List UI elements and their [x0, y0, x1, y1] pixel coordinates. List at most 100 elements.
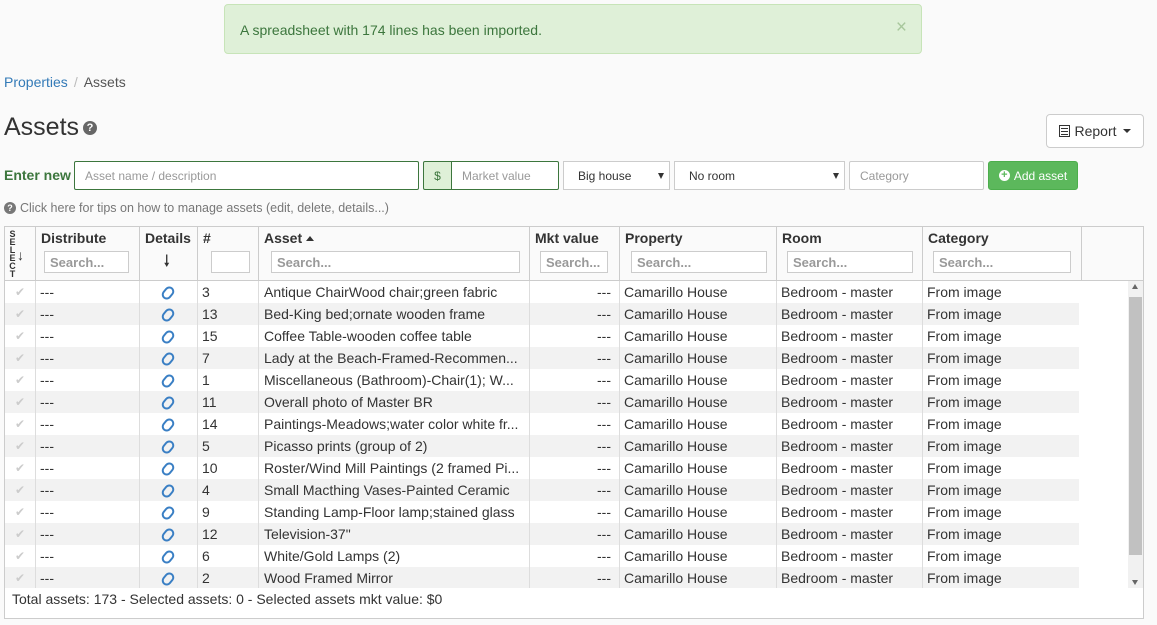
table-row[interactable]: ✔ --- 2 Wood Framed Mirror --- Camarillo Hous… [5, 567, 1079, 588]
property-search-input[interactable]: Search... [631, 251, 767, 273]
row-select-checkbox[interactable]: ✔ [5, 567, 35, 588]
category-search-input[interactable]: Search... [933, 251, 1071, 273]
category-input[interactable]: Category [849, 161, 984, 190]
scroll-up-arrow-icon[interactable] [1132, 284, 1138, 289]
number-cell: 9 [202, 504, 210, 520]
grid-scrollbar[interactable] [1128, 281, 1143, 588]
number-search-input[interactable] [211, 251, 250, 273]
scroll-down-arrow-icon[interactable] [1132, 580, 1138, 585]
asset-name-cell[interactable]: Small Macthing Vases-Painted Ceramic [264, 479, 526, 501]
tips-link[interactable]: ? Click here for tips on how to manage a… [4, 201, 389, 215]
asset-name-cell[interactable]: White/Gold Lamps (2) [264, 545, 526, 567]
asset-name-cell[interactable]: Television-37" [264, 523, 526, 545]
table-row[interactable]: ✔ --- 12 Television-37" --- Camarillo House Be… [5, 523, 1079, 545]
row-select-checkbox[interactable]: ✔ [5, 413, 35, 435]
report-button[interactable]: Report [1046, 114, 1144, 148]
asset-name-cell[interactable]: Antique ChairWood chair;green fabric [264, 281, 526, 303]
distribute-column-header[interactable]: Distribute Search... [36, 227, 140, 280]
number-cell: 12 [202, 526, 218, 542]
room-cell: Bedroom - master [781, 350, 894, 366]
category-column-header[interactable]: Category Search... [923, 227, 1082, 280]
category-cell: From image [927, 350, 1002, 366]
mkt-value-column-header[interactable]: Mkt value Search... [530, 227, 620, 280]
asset-name-cell[interactable]: Roster/Wind Mill Paintings (2 framed Pi.… [264, 457, 526, 479]
row-select-checkbox[interactable]: ✔ [5, 545, 35, 567]
asset-name-cell[interactable]: Coffee Table-wooden coffee table [264, 325, 526, 347]
paperclip-icon[interactable] [139, 369, 197, 391]
asset-name-cell[interactable]: Standing Lamp-Floor lamp;stained glass [264, 501, 526, 523]
distribute-cell: --- [40, 328, 54, 344]
row-select-checkbox[interactable]: ✔ [5, 523, 35, 545]
number-cell: 14 [202, 416, 218, 432]
asset-name-cell[interactable]: Picasso prints (group of 2) [264, 435, 526, 457]
row-select-checkbox[interactable]: ✔ [5, 435, 35, 457]
grid-header: SELECT ↓ Distribute Search... Details 🠓 … [5, 227, 1143, 281]
table-row[interactable]: ✔ --- 10 Roster/Wind Mill Paintings (2 fram… [5, 457, 1079, 479]
help-icon[interactable]: ? [83, 121, 97, 135]
number-column-header[interactable]: # [198, 227, 259, 280]
row-select-checkbox[interactable]: ✔ [5, 281, 35, 303]
room-select[interactable]: No room [674, 161, 845, 190]
table-row[interactable]: ✔ --- 13 Bed-King bed;ornate wooden frame --… [5, 303, 1079, 325]
paperclip-icon[interactable] [139, 325, 197, 347]
paperclip-icon[interactable] [139, 523, 197, 545]
distribute-search-input[interactable]: Search... [44, 251, 129, 273]
table-row[interactable]: ✔ --- 5 Picasso prints (group of 2) --- Camar… [5, 435, 1079, 457]
add-asset-button[interactable]: + Add asset [988, 161, 1078, 190]
table-row[interactable]: ✔ --- 6 White/Gold Lamps (2) --- Camarillo Ho… [5, 545, 1079, 567]
table-row[interactable]: ✔ --- 1 Miscellaneous (Bathroom)-Chair(1); … [5, 369, 1079, 391]
paperclip-icon[interactable] [139, 501, 197, 523]
property-header-label: Property [625, 230, 683, 246]
paperclip-icon[interactable] [139, 413, 197, 435]
details-column-header[interactable]: Details 🠓 [140, 227, 198, 280]
scrollbar-thumb[interactable] [1129, 297, 1142, 555]
asset-name-cell[interactable]: Lady at the Beach-Framed-Recommen... [264, 347, 526, 369]
asset-name-cell[interactable]: Paintings-Meadows;water color white fr..… [264, 413, 526, 435]
asset-name-input[interactable]: Asset name / description [74, 161, 419, 190]
room-search-input[interactable]: Search... [787, 251, 913, 273]
select-column-header[interactable]: SELECT ↓ [5, 227, 36, 280]
asset-name-cell[interactable]: Wood Framed Mirror [264, 567, 526, 588]
asset-name-cell[interactable]: Overall photo of Master BR [264, 391, 526, 413]
row-select-checkbox[interactable]: ✔ [5, 501, 35, 523]
asset-column-header[interactable]: Asset Search... [259, 227, 530, 280]
expand-down-arrow-icon[interactable]: 🠓 [164, 251, 169, 276]
table-row[interactable]: ✔ --- 7 Lady at the Beach-Framed-Recommen..… [5, 347, 1079, 369]
asset-name-cell[interactable]: Bed-King bed;ornate wooden frame [264, 303, 526, 325]
row-select-checkbox[interactable]: ✔ [5, 479, 35, 501]
asset-name-cell[interactable]: Miscellaneous (Bathroom)-Chair(1); W... [264, 369, 526, 391]
select-all-arrow-icon[interactable]: ↓ [17, 247, 24, 263]
mkt-value-search-input[interactable]: Search... [540, 251, 608, 273]
add-asset-label: Add asset [1013, 168, 1068, 183]
breadcrumb-properties-link[interactable]: Properties [4, 74, 68, 90]
paperclip-icon[interactable] [139, 545, 197, 567]
asset-search-input[interactable]: Search... [271, 251, 520, 273]
table-row[interactable]: ✔ --- 3 Antique ChairWood chair;green fabri… [5, 281, 1079, 303]
market-value-input[interactable]: Market value [451, 161, 559, 190]
row-select-checkbox[interactable]: ✔ [5, 325, 35, 347]
paperclip-icon[interactable] [139, 303, 197, 325]
row-select-checkbox[interactable]: ✔ [5, 347, 35, 369]
room-cell: Bedroom - master [781, 526, 894, 542]
table-row[interactable]: ✔ --- 14 Paintings-Meadows;water color whit… [5, 413, 1079, 435]
paperclip-icon[interactable] [139, 347, 197, 369]
row-select-checkbox[interactable]: ✔ [5, 391, 35, 413]
row-select-checkbox[interactable]: ✔ [5, 303, 35, 325]
table-row[interactable]: ✔ --- 4 Small Macthing Vases-Painted Cerami… [5, 479, 1079, 501]
distribute-cell: --- [40, 416, 54, 432]
paperclip-icon[interactable] [139, 435, 197, 457]
room-column-header[interactable]: Room Search... [777, 227, 923, 280]
alert-close-icon[interactable]: × [896, 18, 907, 37]
table-row[interactable]: ✔ --- 15 Coffee Table-wooden coffee table --… [5, 325, 1079, 347]
paperclip-icon[interactable] [139, 567, 197, 588]
table-row[interactable]: ✔ --- 11 Overall photo of Master BR --- Camar… [5, 391, 1079, 413]
table-row[interactable]: ✔ --- 9 Standing Lamp-Floor lamp;stained gl… [5, 501, 1079, 523]
paperclip-icon[interactable] [139, 281, 197, 303]
paperclip-icon[interactable] [139, 457, 197, 479]
paperclip-icon[interactable] [139, 391, 197, 413]
paperclip-icon[interactable] [139, 479, 197, 501]
property-select[interactable]: Big house [563, 161, 670, 190]
row-select-checkbox[interactable]: ✔ [5, 457, 35, 479]
property-column-header[interactable]: Property Search... [620, 227, 777, 280]
row-select-checkbox[interactable]: ✔ [5, 369, 35, 391]
